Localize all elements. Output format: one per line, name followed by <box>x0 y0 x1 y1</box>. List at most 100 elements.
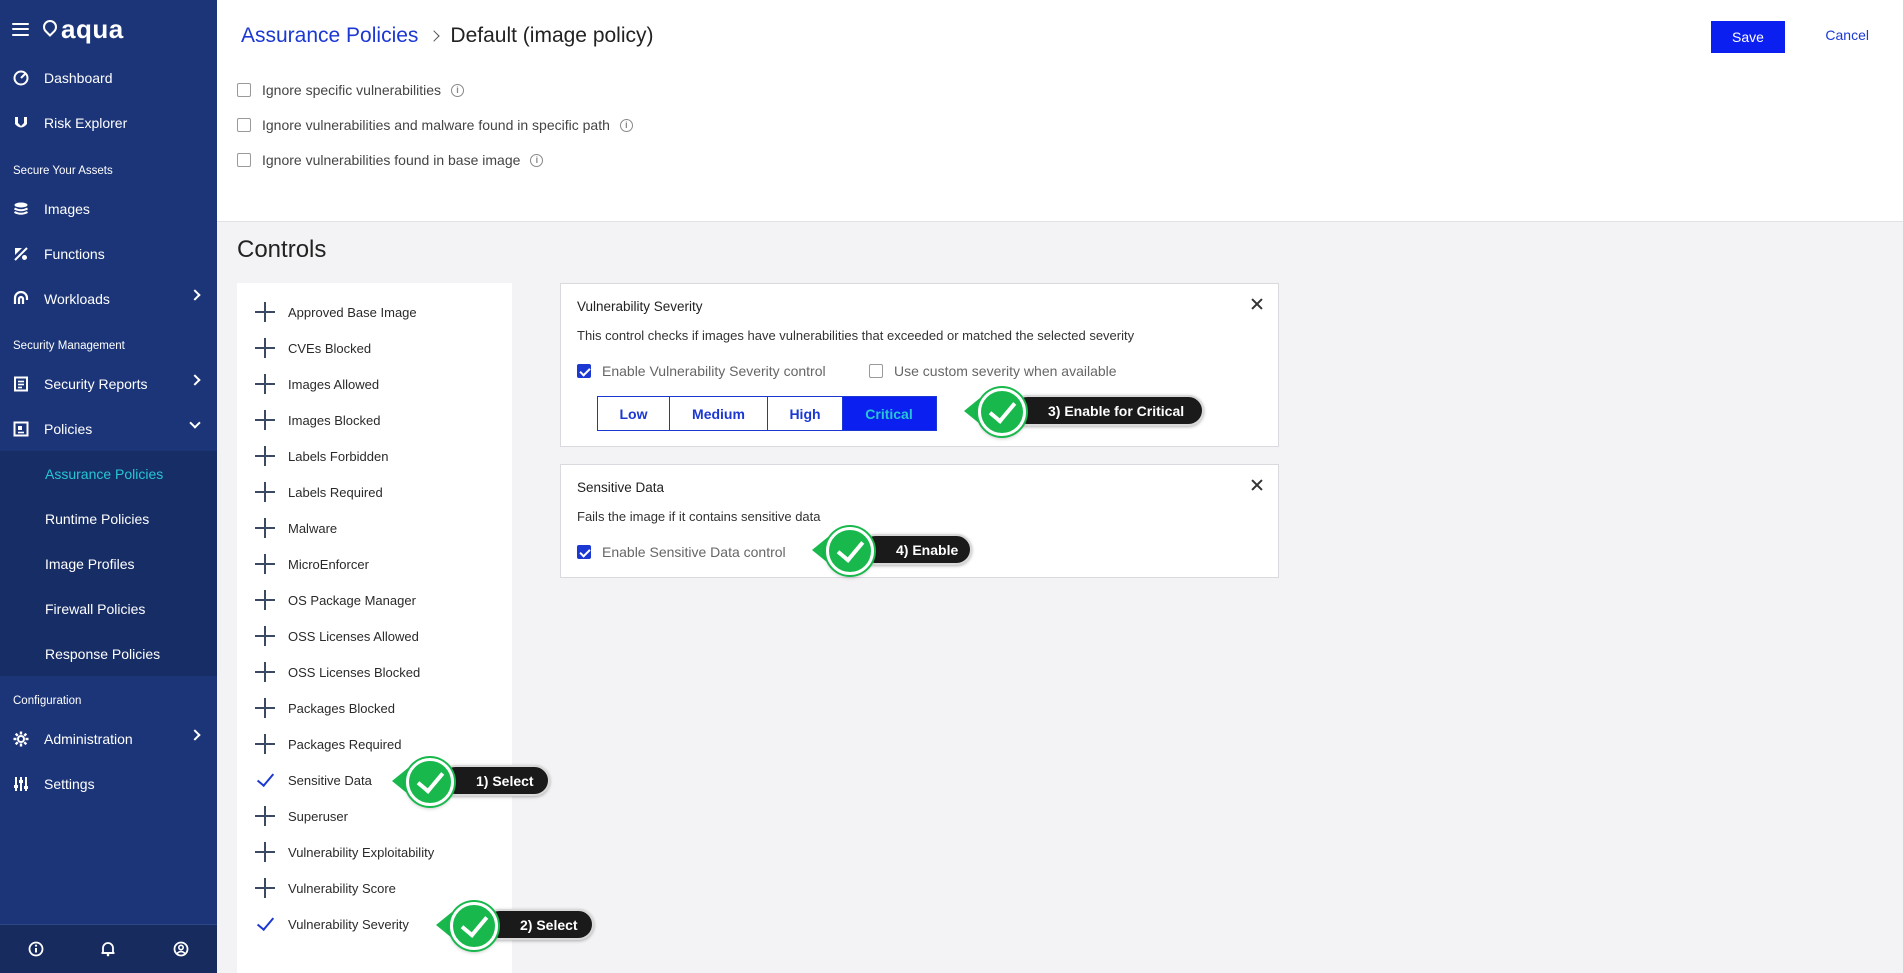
sidebar-subitem-firewall-policies[interactable]: Firewall Policies <box>0 586 217 631</box>
checkbox[interactable] <box>237 118 251 132</box>
user-icon[interactable] <box>172 940 190 958</box>
sidebar-item-administration[interactable]: Administration <box>0 716 217 761</box>
option-label: Use custom severity when available <box>894 363 1117 379</box>
control-item[interactable]: Labels Required <box>255 478 383 506</box>
checkbox-checked[interactable] <box>577 364 591 378</box>
sidebar-item-settings[interactable]: Settings <box>0 761 217 806</box>
sidebar-subitem-runtime-policies[interactable]: Runtime Policies <box>0 496 217 541</box>
plus-icon <box>255 302 275 322</box>
sidebar-item-label: Functions <box>44 245 105 262</box>
close-icon[interactable] <box>1251 479 1263 491</box>
plus-icon <box>255 626 275 646</box>
control-item-label: Malware <box>288 520 338 536</box>
settings-icon <box>12 775 30 793</box>
info-icon[interactable]: i <box>530 153 544 167</box>
sidebar-item-workloads[interactable]: Workloads <box>0 276 217 321</box>
enable-sensitive-data-option[interactable]: Enable Sensitive Data control <box>577 544 786 560</box>
control-item[interactable]: Packages Required <box>255 730 401 758</box>
workloads-icon <box>12 290 30 308</box>
breadcrumb-assurance-policies[interactable]: Assurance Policies <box>241 24 418 48</box>
control-item-label: Packages Blocked <box>288 700 395 716</box>
controls-title: Controls <box>237 236 327 263</box>
section-label-secure: Secure Your Assets <box>13 165 113 177</box>
checkmark-icon <box>255 770 275 790</box>
info-icon[interactable]: i <box>619 118 633 132</box>
sidebar-item-risk-explorer[interactable]: Risk Explorer <box>0 100 217 145</box>
plus-icon <box>255 698 275 718</box>
severity-low-button[interactable]: Low <box>597 396 670 431</box>
plus-icon <box>255 590 275 610</box>
callout-label: 2) Select <box>484 909 594 940</box>
control-item[interactable]: Packages Blocked <box>255 694 395 722</box>
cancel-button[interactable]: Cancel <box>1825 27 1869 43</box>
card-description: Fails the image if it contains sensitive… <box>577 509 821 524</box>
ignore-path-option[interactable]: Ignore vulnerabilities and malware found… <box>237 117 633 133</box>
control-item[interactable]: CVEs Blocked <box>255 334 371 362</box>
option-label: Enable Sensitive Data control <box>602 544 786 560</box>
chevron-right-icon <box>189 374 201 386</box>
control-item[interactable]: Vulnerability Exploitability <box>255 838 434 866</box>
menu-icon[interactable] <box>12 22 29 36</box>
sidebar-item-security-reports[interactable]: Security Reports <box>0 361 217 406</box>
close-icon[interactable] <box>1251 298 1263 310</box>
control-item-label: Approved Base Image <box>288 304 417 320</box>
control-item-label: OSS Licenses Blocked <box>288 664 421 680</box>
control-item[interactable]: Malware <box>255 514 337 542</box>
checkmark-icon <box>826 527 874 575</box>
save-button[interactable]: Save <box>1711 21 1785 53</box>
sidebar-item-dashboard[interactable]: Dashboard <box>0 55 217 100</box>
checkbox[interactable] <box>237 153 251 167</box>
sidebar-subitem-image-profiles[interactable]: Image Profiles <box>0 541 217 586</box>
control-item[interactable]: Images Blocked <box>255 406 381 434</box>
checkbox[interactable] <box>869 364 883 378</box>
plus-icon <box>255 446 275 466</box>
functions-icon <box>12 245 30 263</box>
control-item-label: MicroEnforcer <box>288 556 369 572</box>
severity-high-button[interactable]: High <box>767 396 843 431</box>
bell-icon[interactable] <box>99 940 117 958</box>
aqua-logo[interactable]: aqua <box>40 14 124 45</box>
option-label: Ignore vulnerabilities found in base ima… <box>262 152 521 168</box>
sidebar-item-policies[interactable]: Policies <box>0 406 217 451</box>
severity-critical-button[interactable]: Critical <box>841 396 937 431</box>
sidebar-item-functions[interactable]: Functions <box>0 231 217 276</box>
control-item[interactable]: Superuser <box>255 802 348 830</box>
control-item[interactable]: OSS Licenses Allowed <box>255 622 419 650</box>
control-item[interactable]: Images Allowed <box>255 370 379 398</box>
control-item[interactable]: OSS Licenses Blocked <box>255 658 420 686</box>
info-icon[interactable] <box>27 940 45 958</box>
sidebar-subitem-assurance-policies[interactable]: Assurance Policies <box>0 451 217 496</box>
plus-icon <box>255 806 275 826</box>
option-label: Ignore vulnerabilities and malware found… <box>262 117 610 133</box>
control-item-label: Vulnerability Exploitability <box>288 844 435 860</box>
control-item[interactable]: Sensitive Data <box>255 766 372 794</box>
plus-icon <box>255 482 275 502</box>
ignore-specific-vulns-option[interactable]: Ignore specific vulnerabilities i <box>237 82 464 98</box>
checkmark-icon <box>978 388 1026 436</box>
option-label: Enable Vulnerability Severity control <box>602 363 826 379</box>
severity-medium-button[interactable]: Medium <box>668 396 769 431</box>
enable-vuln-severity-option[interactable]: Enable Vulnerability Severity control <box>577 363 826 379</box>
plus-icon <box>255 338 275 358</box>
control-item-label: Images Blocked <box>288 412 381 428</box>
control-item[interactable]: Vulnerability Score <box>255 874 396 902</box>
control-item[interactable]: Approved Base Image <box>255 298 417 326</box>
plus-icon <box>255 842 275 862</box>
sidebar-item-images[interactable]: Images <box>0 186 217 231</box>
sidebar-item-label: Dashboard <box>44 69 113 86</box>
sidebar-subitem-response-policies[interactable]: Response Policies <box>0 631 217 676</box>
control-item-label: Vulnerability Severity <box>288 916 409 932</box>
checkbox-checked[interactable] <box>577 545 591 559</box>
ignore-base-image-option[interactable]: Ignore vulnerabilities found in base ima… <box>237 152 544 168</box>
option-label: Ignore specific vulnerabilities <box>262 82 441 98</box>
checkbox[interactable] <box>237 83 251 97</box>
sidebar-header: aqua <box>0 0 217 58</box>
control-item[interactable]: Labels Forbidden <box>255 442 388 470</box>
gear-icon <box>12 730 30 748</box>
control-item-label: Images Allowed <box>288 376 380 392</box>
control-item[interactable]: Vulnerability Severity <box>255 910 409 938</box>
control-item[interactable]: MicroEnforcer <box>255 550 369 578</box>
custom-severity-option[interactable]: Use custom severity when available <box>869 363 1117 379</box>
info-icon[interactable]: i <box>450 83 464 97</box>
control-item[interactable]: OS Package Manager <box>255 586 416 614</box>
